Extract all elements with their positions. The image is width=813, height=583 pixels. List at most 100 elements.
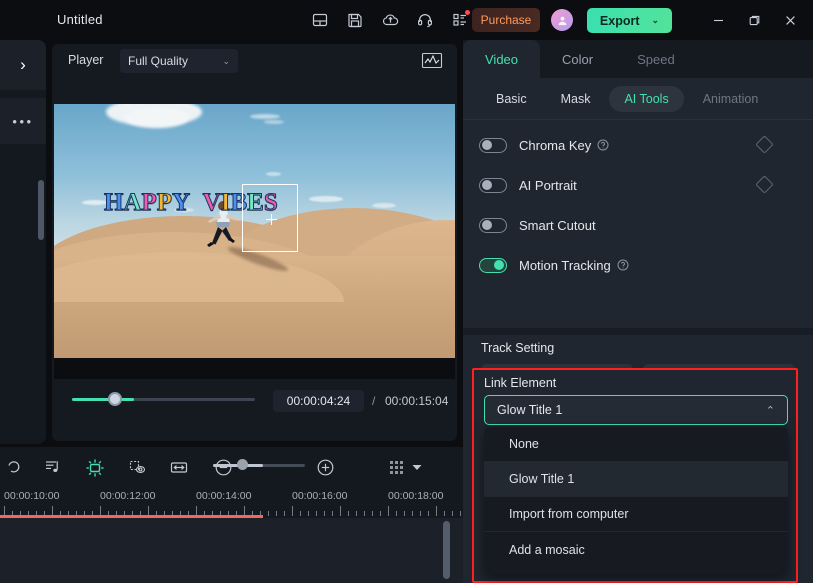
keyframe-diamond-icon[interactable] <box>755 175 774 194</box>
audio-detach-icon[interactable] <box>38 453 68 483</box>
toggle-smart-cutout[interactable] <box>479 217 507 233</box>
chevron-right-icon: › <box>20 55 26 74</box>
toggle-motion-tracking[interactable] <box>479 257 507 273</box>
video-frame: HAPPY VIBES <box>54 104 455 358</box>
dropdown-option-glow-title-1[interactable]: Glow Title 1 <box>484 462 788 497</box>
quality-select[interactable]: Full Quality ⌄ <box>120 49 238 73</box>
ruler-tick <box>348 511 349 516</box>
tool-row-smart-cutout: Smart Cutout <box>463 205 813 245</box>
grid-dropdown-icon[interactable] <box>408 453 426 483</box>
subtab-mask[interactable]: Mask <box>546 86 606 112</box>
cloud <box>309 196 343 202</box>
tab-label: Video <box>485 51 519 67</box>
headset-support-icon[interactable] <box>413 8 437 32</box>
apps-grid-icon[interactable] <box>448 8 472 32</box>
seek-handle[interactable] <box>108 392 122 406</box>
title-letter: H <box>103 189 124 217</box>
avatar[interactable] <box>551 9 573 31</box>
chevron-up-icon: ⌃ <box>765 404 775 417</box>
ruler-label: 00:00:14:00 <box>196 490 252 502</box>
motion-tracking-icon[interactable] <box>80 453 110 483</box>
fit-width-icon[interactable] <box>164 453 194 483</box>
dropdown-option-import-from-computer[interactable]: Import from computer <box>484 497 788 532</box>
cloud-upload-icon[interactable] <box>378 8 402 32</box>
help-icon[interactable] <box>597 139 609 151</box>
tool-label: Motion Tracking <box>519 257 611 273</box>
dropdown-option-add-a-mosaic[interactable]: Add a mosaic <box>484 532 788 567</box>
ruler-label: 00:00:16:00 <box>292 490 348 502</box>
layout-panel-icon[interactable] <box>308 8 332 32</box>
link-element-select[interactable]: Glow Title 1 ⌃ <box>484 395 788 425</box>
cloud <box>264 120 284 124</box>
document-title: Untitled <box>57 12 103 27</box>
toggle-knob <box>482 140 492 151</box>
tool-row-motion-tracking: Motion Tracking <box>463 245 813 285</box>
ruler-tick <box>436 506 437 516</box>
timeline-vertical-scrollbar[interactable] <box>443 521 450 579</box>
timeline-zoom-handle[interactable] <box>237 459 248 470</box>
titlebar-icon-group <box>308 8 472 32</box>
ellipsis-icon: ••• <box>12 113 34 129</box>
dropdown-option-label: Glow Title 1 <box>509 472 575 486</box>
rail-scrollbar[interactable] <box>38 180 44 240</box>
title-letter: A <box>123 189 142 217</box>
video-letterbox <box>54 358 455 379</box>
minimize-button[interactable] <box>703 8 733 32</box>
mask-eye-icon[interactable] <box>122 453 152 483</box>
subtab-basic[interactable]: Basic <box>481 86 542 112</box>
subtab-animation[interactable]: Animation <box>688 86 774 112</box>
tracking-crosshair-icon <box>266 214 277 225</box>
zoom-in-button[interactable] <box>310 453 340 483</box>
dropdown-option-label: Import from computer <box>509 507 629 521</box>
timeline-tracks-area[interactable] <box>0 518 463 583</box>
timeline-ruler[interactable]: 00:00:10:00 00:00:12:00 00:00:14:00 00:00:1… <box>0 488 463 518</box>
undo-icon[interactable] <box>2 453 32 483</box>
close-button[interactable] <box>775 8 805 32</box>
time-separator: / <box>372 394 376 408</box>
toggle-chroma-key[interactable] <box>479 137 507 153</box>
chevron-down-icon: ⌄ <box>651 15 660 25</box>
video-preview[interactable]: HAPPY VIBES <box>54 104 455 379</box>
player-header <box>52 44 457 78</box>
purchase-button[interactable]: Purchase <box>472 8 540 32</box>
seek-slider[interactable] <box>72 398 255 401</box>
help-icon[interactable] <box>617 259 629 271</box>
expand-panel-button[interactable]: › <box>0 40 46 90</box>
toggle-ai-portrait[interactable] <box>479 177 507 193</box>
total-time: 00:00:15:04 <box>385 394 449 408</box>
maximize-button[interactable] <box>739 8 769 32</box>
toggle-knob <box>494 260 504 271</box>
tab-label: Speed <box>637 51 675 67</box>
tab-color[interactable]: Color <box>540 40 615 78</box>
tool-label: Chroma Key <box>519 137 592 153</box>
tab-label: Color <box>562 51 594 67</box>
zoom-out-button[interactable] <box>208 453 238 483</box>
ruler-tick <box>380 511 381 516</box>
window-controls <box>703 8 805 32</box>
subtab-ai-tools[interactable]: AI Tools <box>609 85 684 112</box>
keyframe-diamond-icon[interactable] <box>755 135 774 154</box>
tab-video[interactable]: Video <box>463 40 541 78</box>
save-icon[interactable] <box>343 8 367 32</box>
chevron-down-icon: ⌄ <box>222 55 230 66</box>
more-options-button[interactable]: ••• <box>0 98 46 144</box>
timeline-zoom-slider[interactable] <box>213 464 305 467</box>
seek-progress <box>72 398 134 401</box>
ruler-tick <box>324 511 325 516</box>
ruler-tick <box>340 506 341 516</box>
export-button[interactable]: Export ⌄ <box>587 8 672 33</box>
ruler-tick <box>428 511 429 516</box>
cloud <box>250 114 280 119</box>
scope-icon[interactable] <box>421 51 443 70</box>
ruler-label: 00:00:10:00 <box>4 490 60 502</box>
current-time[interactable]: 00:00:04:24 <box>273 390 364 412</box>
dropdown-option-none[interactable]: None <box>484 427 788 462</box>
track-setting-label: Track Setting <box>481 341 555 355</box>
export-label: Export <box>599 13 640 28</box>
cloud <box>372 203 396 208</box>
tool-label: Smart Cutout <box>519 217 596 233</box>
notification-dot <box>465 10 470 15</box>
title-letter: I <box>220 189 231 217</box>
tab-speed[interactable]: Speed <box>615 40 697 78</box>
ruler-tick <box>420 511 421 516</box>
